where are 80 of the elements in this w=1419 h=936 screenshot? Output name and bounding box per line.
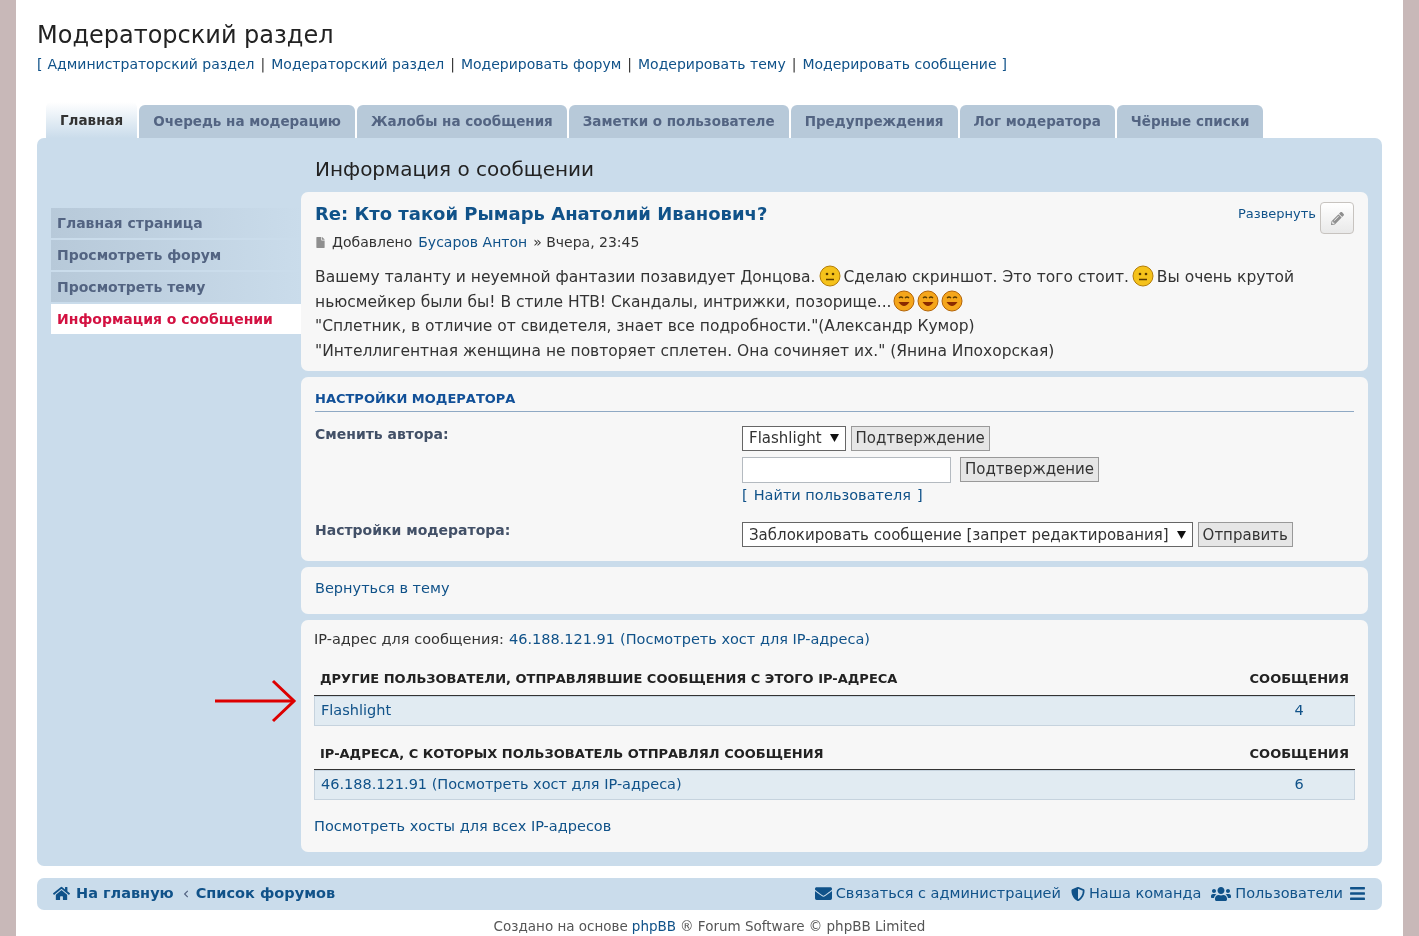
column-header: ДРУГИЕ ПОЛЬЗОВАТЕЛИ, ОТПРАВЛЯВШИЕ СООБЩЕНИЯ С ЭТОГО IP-АДРЕСА: [320, 670, 898, 688]
footer-link[interactable]: Наша команда: [1088, 882, 1202, 905]
all-hosts-link[interactable]: Посмотреть хосты для всех IP-адресов: [314, 816, 1355, 838]
bracket: ]: [1001, 55, 1008, 74]
column-header: IP-АДРЕСА, С КОТОРЫХ ПОЛЬЗОВАТЕЛЬ ОТПРАВЛЯЛ СООБЩЕНИЯ: [320, 744, 824, 763]
separator: |: [791, 55, 797, 75]
post-text: ньюсмейкер были бы! В стиле НТВ! Скандалы, интрижки, позорище...: [315, 292, 892, 311]
section-title: Информация о сообщении: [314, 156, 596, 183]
breadcrumb-link[interactable]: Модерировать форум: [460, 54, 622, 75]
post-meta: Добавлено: [332, 233, 413, 252]
confirm-button[interactable]: Подтверждение: [960, 456, 1100, 482]
laughing-smiley-icon: [916, 289, 939, 312]
breadcrumb-link[interactable]: Администраторский раздел: [47, 54, 255, 75]
tab[interactable]: Заметки о пользователе: [568, 105, 789, 138]
laughing-smiley-icon: [892, 289, 915, 312]
copyright-text: Создано на основе: [493, 916, 628, 936]
laughing-smiley-icon: [940, 289, 963, 312]
tab[interactable]: Очередь на модерацию: [139, 105, 355, 138]
edit-button[interactable]: [1320, 202, 1354, 234]
expand-link[interactable]: Развернуть: [1237, 204, 1316, 224]
copyright-text: ® Forum Software © phpBB Limited: [680, 916, 926, 936]
sidebar-item[interactable]: Информация о сообщении: [51, 304, 301, 334]
home-icon: [53, 885, 70, 903]
shield-icon: [1070, 886, 1085, 901]
ip-label: IP-адрес для сообщения:: [314, 630, 504, 650]
submit-button[interactable]: Отправить: [1197, 522, 1293, 548]
breadcrumb-link[interactable]: Модерировать тему: [638, 54, 786, 75]
tab[interactable]: Чёрные списки: [1116, 105, 1264, 138]
field-label: Сменить автора:: [315, 424, 450, 444]
chevron-icon: [181, 889, 190, 898]
bracket: [: [742, 485, 748, 505]
post-title[interactable]: Re: Кто такой Рымарь Анатолий Иванович?: [315, 202, 768, 226]
phpbb-link[interactable]: phpBB: [631, 915, 677, 936]
footer-link[interactable]: Связаться с администрацией: [835, 882, 1061, 905]
separator: |: [627, 55, 632, 75]
envelope-icon: [814, 885, 832, 903]
action-select[interactable]: Заблокировать сообщение [запрет редактирования]: [742, 522, 1193, 548]
tab[interactable]: Лог модератора: [959, 105, 1115, 138]
back-link[interactable]: Вернуться в тему: [315, 580, 450, 597]
host-lookup-link[interactable]: (Посмотреть хост для IP-адреса): [620, 629, 870, 651]
bracket: [: [37, 55, 43, 74]
pencil-icon: [1330, 211, 1344, 225]
smiley-icon: [818, 265, 841, 287]
dropdown-caret-icon: [1176, 530, 1186, 539]
breadcrumb-link[interactable]: Модерировать сообщение: [802, 54, 997, 75]
smiley-icon: [1131, 265, 1154, 287]
dropdown-caret-icon: [829, 434, 839, 442]
post-text: "Сплетник, в отличие от свидетеля, знает все подробности."(Александр Кумор): [315, 317, 975, 335]
column-header: СООБЩЕНИЯ: [1249, 744, 1349, 763]
post-meta: » Вчера, 23:45: [533, 233, 640, 252]
footer-link[interactable]: На главную: [76, 882, 174, 905]
post-text: Сделаю скриншот. Это того стоит.: [843, 268, 1129, 286]
table-cell[interactable]: 46.188.121.91 (Посмотреть хост для IP-адреса): [321, 774, 682, 796]
column-header: СООБЩЕНИЯ: [1249, 670, 1349, 688]
separator: |: [450, 55, 455, 75]
bracket: ]: [916, 485, 923, 505]
footer-link[interactable]: Список форумов: [195, 882, 336, 905]
author-select[interactable]: Flashlight: [742, 425, 846, 451]
table-cell[interactable]: Flashlight: [321, 699, 392, 722]
field-label: Настройки модератора:: [315, 521, 512, 541]
document-icon: [315, 237, 326, 248]
tab[interactable]: Главная: [46, 102, 138, 138]
panel-heading: НАСТРОЙКИ МОДЕРАТОРА: [315, 389, 1354, 412]
breadcrumb-link[interactable]: Модераторский раздел: [271, 54, 445, 75]
username-field[interactable]: [742, 456, 951, 483]
tab[interactable]: Предупреждения: [790, 105, 958, 138]
menu-icon[interactable]: [1349, 885, 1366, 903]
separator: |: [260, 55, 266, 75]
post-text: Вашему таланту и неуемной фантазии позавидует Донцова.: [315, 268, 816, 286]
page-title: Модераторский раздел: [37, 20, 335, 50]
table-cell-text: 6: [1293, 775, 1305, 795]
ip-link[interactable]: 46.188.121.91: [508, 629, 616, 651]
post-text: Вы очень крутой: [1156, 268, 1294, 286]
footer-link[interactable]: Пользователи: [1235, 882, 1343, 905]
table-cell-text: 4: [1293, 700, 1305, 720]
find-user-link[interactable]: Найти пользователя: [753, 484, 911, 507]
author-link[interactable]: Бусаров Антон: [418, 232, 528, 253]
post-text: "Интеллигентная женщина не повторяет сплетен. Она сочиняет их." (Янина Ипохорская): [315, 341, 1055, 360]
confirm-button[interactable]: Подтверждение: [850, 425, 990, 451]
tab[interactable]: Жалобы на сообщения: [357, 105, 567, 138]
